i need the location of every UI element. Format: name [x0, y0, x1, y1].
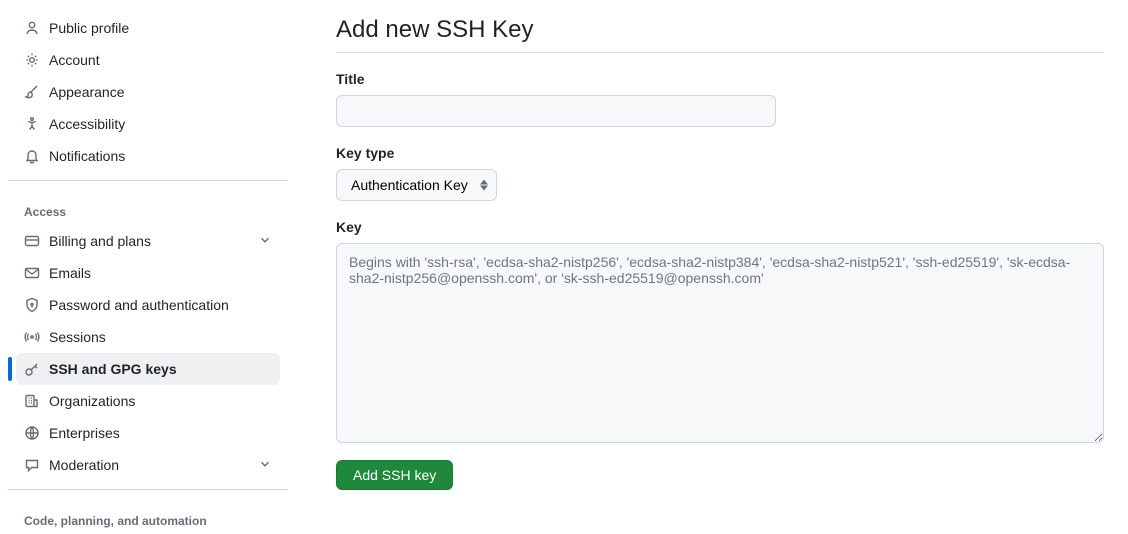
keytype-selected-value: Authentication Key [351, 177, 468, 193]
org-icon [24, 393, 40, 409]
sidebar-item-enterprises[interactable]: Enterprises [16, 417, 280, 449]
broadcast-icon [24, 329, 40, 345]
sidebar-item-account[interactable]: Account [16, 44, 280, 76]
sidebar-item-label: Organizations [49, 393, 272, 409]
chevron-down-icon [258, 233, 272, 250]
brush-icon [24, 84, 40, 100]
sidebar-item-public-profile[interactable]: Public profile [16, 12, 280, 44]
card-icon [24, 233, 40, 249]
section-header-access: Access [8, 189, 288, 225]
title-label: Title [336, 71, 1104, 87]
key-textarea[interactable] [336, 243, 1104, 443]
sidebar-item-billing[interactable]: Billing and plans [16, 225, 280, 257]
key-icon [24, 361, 40, 377]
sidebar-item-label: Billing and plans [49, 233, 249, 249]
sidebar-item-appearance[interactable]: Appearance [16, 76, 280, 108]
keytype-select[interactable]: Authentication Key [336, 169, 497, 201]
sidebar-item-label: Password and authentication [49, 297, 272, 313]
sidebar-item-notifications[interactable]: Notifications [16, 140, 280, 172]
accessibility-icon [24, 116, 40, 132]
sidebar-item-label: Accessibility [49, 116, 272, 132]
sidebar-item-accessibility[interactable]: Accessibility [16, 108, 280, 140]
sidebar-item-password-auth[interactable]: Password and authentication [16, 289, 280, 321]
sidebar-item-sessions[interactable]: Sessions [16, 321, 280, 353]
sidebar-item-emails[interactable]: Emails [16, 257, 280, 289]
key-label: Key [336, 219, 1104, 235]
divider [8, 489, 288, 490]
sidebar-item-label: Notifications [49, 148, 272, 164]
sidebar-item-label: SSH and GPG keys [49, 361, 272, 377]
page-title: Add new SSH Key [336, 16, 1104, 44]
keytype-label: Key type [336, 145, 1104, 161]
sidebar-item-organizations[interactable]: Organizations [16, 385, 280, 417]
mail-icon [24, 265, 40, 281]
main-content: Add new SSH Key Title Key type Authentic… [296, 0, 1128, 534]
select-caret-icon [480, 180, 488, 191]
sidebar-item-label: Account [49, 52, 272, 68]
section-header-code: Code, planning, and automation [8, 498, 288, 534]
sidebar-item-label: Enterprises [49, 425, 272, 441]
globe-icon [24, 425, 40, 441]
title-input[interactable] [336, 95, 776, 127]
bell-icon [24, 148, 40, 164]
divider [8, 180, 288, 181]
shield-icon [24, 297, 40, 313]
chevron-down-icon [258, 457, 272, 474]
person-icon [24, 20, 40, 36]
sidebar-item-ssh-gpg-keys[interactable]: SSH and GPG keys [16, 353, 280, 385]
sidebar-item-label: Appearance [49, 84, 272, 100]
sidebar-item-moderation[interactable]: Moderation [16, 449, 280, 481]
sidebar-item-label: Sessions [49, 329, 272, 345]
sidebar-item-label: Emails [49, 265, 272, 281]
comment-icon [24, 457, 40, 473]
sidebar-item-label: Public profile [49, 20, 272, 36]
add-ssh-key-button[interactable]: Add SSH key [336, 460, 453, 490]
settings-sidebar: Public profile Account Appearance Access… [0, 0, 296, 534]
gear-icon [24, 52, 40, 68]
divider [336, 52, 1104, 53]
sidebar-item-label: Moderation [49, 457, 249, 473]
